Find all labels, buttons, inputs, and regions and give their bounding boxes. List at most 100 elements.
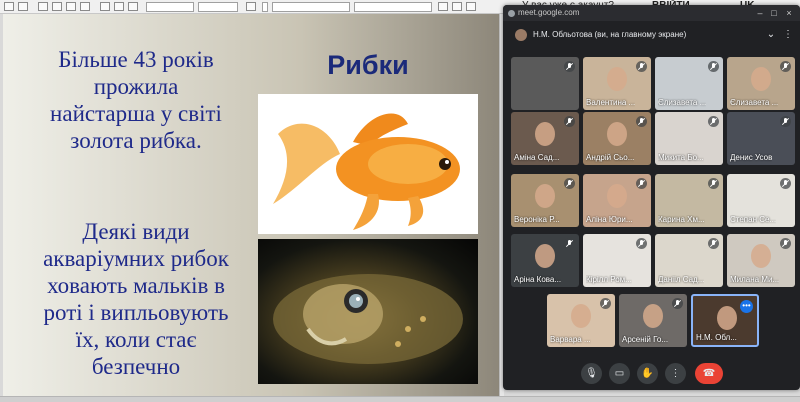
participant-tile[interactable]: Андрій Сьо...: [583, 112, 651, 165]
participant-tile[interactable]: Варвара ...: [547, 294, 615, 347]
participant-name: Андрій Сьо...: [586, 153, 635, 162]
mic-off-icon: [780, 61, 791, 72]
mic-off-icon: [780, 238, 791, 249]
status-bar: [0, 396, 800, 402]
participant-video: [571, 304, 591, 328]
meet-url: meet.google.com: [518, 8, 580, 17]
align-left-icon[interactable]: [38, 2, 48, 11]
participant-name: Арсеній Го...: [622, 335, 669, 344]
participant-tile[interactable]: [511, 57, 579, 110]
slide-paragraph-1: Більше 43 років прожила найстарша у світ…: [11, 46, 261, 154]
mic-off-icon: [636, 61, 647, 72]
more-button[interactable]: ⋮: [665, 363, 686, 384]
fish-illustration: [273, 274, 463, 364]
participant-tile[interactable]: Данііл Сад...: [655, 234, 723, 287]
slide-text-line: акваріумних рибок: [43, 246, 229, 271]
slide-text-line: найстарша у світі: [50, 101, 222, 126]
participant-name: Аліна Юри...: [586, 215, 633, 224]
participant-name: Варвара ...: [550, 335, 591, 344]
slide-text-line: Більше 43 років: [58, 47, 214, 72]
filter-icon[interactable]: [466, 2, 476, 11]
participant-name: Єлизавета ...: [658, 98, 707, 107]
participant-name: Валентина ...: [586, 98, 636, 107]
participant-tile[interactable]: Валентина ...: [583, 57, 651, 110]
line-width-field[interactable]: [198, 2, 238, 12]
italic-icon[interactable]: [4, 2, 14, 11]
crop-icon[interactable]: [452, 2, 462, 11]
minimize-icon[interactable]: –: [755, 8, 765, 18]
slide-title: Рибки: [327, 50, 409, 80]
mic-button[interactable]: 🎙: [581, 363, 602, 384]
participant-name: Данііл Сад...: [658, 275, 705, 284]
goldfish-image: [258, 94, 478, 234]
mic-off-icon: [708, 116, 719, 127]
self-video: [717, 306, 737, 330]
align-right-icon[interactable]: [66, 2, 76, 11]
screen: У вас уже є акаунт? ВВІЙТИ UK Більше 43 …: [0, 0, 800, 402]
line-color-dropdown[interactable]: [262, 2, 268, 12]
slide-text-line: Деякі види: [82, 219, 190, 244]
fish-image: [258, 239, 478, 384]
mic-off-icon: [708, 61, 719, 72]
line-color-icon[interactable]: [246, 2, 256, 11]
participant-tile[interactable]: Кірілл Ром...: [583, 234, 651, 287]
more-options-icon[interactable]: •••: [740, 300, 753, 313]
justify-icon[interactable]: [80, 2, 90, 11]
participant-tile[interactable]: Денис Усов: [727, 112, 795, 165]
participant-video: [643, 304, 663, 328]
participant-tile[interactable]: Єлизавета ...: [727, 57, 795, 110]
slide-text-line: їх, коли стає: [75, 327, 197, 352]
underline-icon[interactable]: [18, 2, 28, 11]
participant-video: [535, 184, 555, 208]
more-vert-icon[interactable]: ⋮: [782, 29, 794, 41]
mic-off-icon: [780, 178, 791, 189]
camera-button[interactable]: ▭: [609, 363, 630, 384]
raise-hand-button[interactable]: ✋: [637, 363, 658, 384]
participant-tile[interactable]: Аміна Сад...: [511, 112, 579, 165]
participant-tile[interactable]: Вероніка Р...: [511, 174, 579, 227]
maximize-icon[interactable]: □: [769, 8, 779, 18]
slide-text-line: роті і випльовують: [43, 300, 229, 325]
align-center-icon[interactable]: [52, 2, 62, 11]
participant-name: Єлизавета ...: [730, 98, 779, 107]
participant-tile[interactable]: Аріна Кова...: [511, 234, 579, 287]
area-style-select[interactable]: [272, 2, 350, 12]
slide-text-line: ховають мальків в: [47, 273, 225, 298]
presentation-slide: Більше 43 років прожила найстарша у світ…: [3, 14, 499, 396]
close-icon[interactable]: ×: [784, 8, 794, 18]
mic-off-icon: [564, 238, 575, 249]
area-fill-select[interactable]: [354, 2, 432, 12]
send-backward-icon[interactable]: [114, 2, 124, 11]
participant-tile[interactable]: Степан Се...: [727, 174, 795, 227]
collapse-icon[interactable]: ⌄: [765, 29, 777, 41]
participant-tile[interactable]: Єлизавета ...: [655, 57, 723, 110]
slide-text-line: безпечно: [91, 354, 181, 379]
participant-name: Микита Бо...: [658, 153, 704, 162]
participant-tile[interactable]: Милана Ми...: [727, 234, 795, 287]
line-style-select[interactable]: [146, 2, 194, 12]
slide-text-line: прожила: [93, 74, 179, 99]
mic-off-icon: [636, 238, 647, 249]
participant-video: [607, 67, 627, 91]
meet-window: meet.google.com – □ × Н.М. Обльотова (ви…: [503, 5, 800, 390]
self-tile[interactable]: ••• Н.М. Обл...: [691, 294, 759, 347]
participant-tile[interactable]: Арсеній Го...: [619, 294, 687, 347]
shadow-icon[interactable]: [438, 2, 448, 11]
mic-off-icon: [636, 178, 647, 189]
participant-name: Денис Усов: [730, 153, 773, 162]
arrange-icon[interactable]: [128, 2, 138, 11]
mic-off-icon: [564, 178, 575, 189]
bring-forward-icon[interactable]: [100, 2, 110, 11]
meet-controls: 🎙 ▭ ✋ ⋮ ☎: [503, 355, 800, 390]
participant-video: [607, 122, 627, 146]
presenter-avatar: [515, 29, 527, 41]
participant-video: [751, 244, 771, 268]
end-call-button[interactable]: ☎: [695, 363, 723, 384]
mic-off-icon: [600, 298, 611, 309]
meet-header: Н.М. Обльотова (ви, на главному экране) …: [503, 23, 800, 47]
participant-tile[interactable]: Карина Хм...: [655, 174, 723, 227]
participant-name: Вероніка Р...: [514, 215, 560, 224]
participant-tile[interactable]: Аліна Юри...: [583, 174, 651, 227]
participant-name: Аміна Сад...: [514, 153, 560, 162]
participant-tile[interactable]: Микита Бо...: [655, 112, 723, 165]
